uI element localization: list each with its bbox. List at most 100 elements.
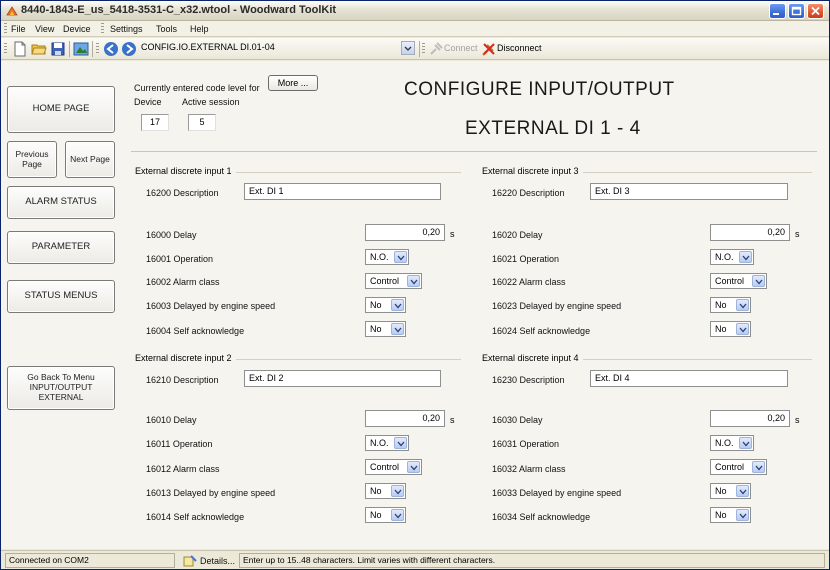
description-input[interactable]: Ext. DI 1 <box>244 183 441 200</box>
self-ack-value: No <box>370 324 382 334</box>
description-input[interactable]: Ext. DI 4 <box>590 370 788 387</box>
chevron-down-icon <box>736 299 749 311</box>
alarm-class-select[interactable]: Control <box>710 459 767 475</box>
delay-input[interactable]: 0,20 <box>365 410 445 427</box>
status-hint: Enter up to 15..48 characters. Limit var… <box>239 553 825 568</box>
toolbar-separator <box>419 41 420 57</box>
config-page-label: CONFIG.IO.EXTERNAL DI.01-04 <box>141 42 275 52</box>
delay-label: 16020 Delay <box>492 230 543 240</box>
menu-help[interactable]: Help <box>190 24 209 34</box>
maximize-button[interactable] <box>788 3 805 19</box>
menu-grip[interactable] <box>101 23 104 35</box>
chevron-down-icon <box>394 437 407 449</box>
title-bar[interactable]: 8440-1843-E_us_5418-3531-C_x32.wtool - W… <box>1 1 829 21</box>
alarm-class-select[interactable]: Control <box>365 459 422 475</box>
engine-speed-label: 16003 Delayed by engine speed <box>146 301 276 311</box>
delay-input[interactable]: 0,20 <box>710 224 790 241</box>
details-button[interactable]: Details... <box>200 556 235 566</box>
device-code-level: 17 <box>141 114 169 131</box>
description-input[interactable]: Ext. DI 3 <box>590 183 788 200</box>
description-label: 16220 Description <box>492 188 565 198</box>
delay-input[interactable]: 0,20 <box>710 410 790 427</box>
alarm-class-select[interactable]: Control <box>365 273 422 289</box>
operation-label: 16011 Operation <box>146 439 213 449</box>
self-ack-select[interactable]: No <box>365 507 406 523</box>
chevron-down-icon <box>401 41 415 55</box>
status-menus-button[interactable]: STATUS MENUS <box>7 280 115 313</box>
operation-select[interactable]: N.O. <box>365 435 409 451</box>
self-ack-label: 16034 Self acknowledge <box>492 512 591 522</box>
engine-speed-select[interactable]: No <box>710 297 751 313</box>
delay-unit: s <box>450 415 455 425</box>
group-title: External discrete input 2 <box>135 353 236 363</box>
header-divider <box>131 151 817 152</box>
self-ack-label: 16014 Self acknowledge <box>146 512 245 522</box>
menu-view[interactable]: View <box>35 24 54 34</box>
alarm-class-select[interactable]: Control <box>710 273 767 289</box>
save-icon[interactable] <box>50 41 66 57</box>
operation-select[interactable]: N.O. <box>365 249 409 265</box>
disconnect-button[interactable]: Disconnect <box>497 43 542 53</box>
delay-label: 16010 Delay <box>146 415 197 425</box>
close-icon <box>811 6 820 16</box>
page-content: HOME PAGE Previous Page Next Page ALARM … <box>1 61 829 549</box>
self-ack-select[interactable]: No <box>710 321 751 337</box>
alarm-class-value: Control <box>370 462 400 472</box>
engine-speed-select[interactable]: No <box>365 297 406 313</box>
engine-speed-value: No <box>370 300 382 310</box>
toolbar-grip[interactable] <box>96 43 99 55</box>
alarm-class-value: Control <box>370 276 400 286</box>
close-button[interactable] <box>807 3 824 19</box>
menu-device[interactable]: Device <box>63 24 91 34</box>
operation-select[interactable]: N.O. <box>710 249 754 265</box>
new-file-icon[interactable] <box>12 41 28 57</box>
engine-speed-select[interactable]: No <box>710 483 751 499</box>
toolbar-grip[interactable] <box>422 43 425 55</box>
menu-grip[interactable] <box>4 23 7 35</box>
group-title: External discrete input 1 <box>135 166 236 176</box>
more-button[interactable]: More ... <box>268 75 318 91</box>
chevron-down-icon <box>752 275 765 287</box>
chevron-down-icon <box>394 251 407 263</box>
group-title: External discrete input 4 <box>482 353 583 363</box>
minimize-button[interactable] <box>769 3 786 19</box>
delay-unit: s <box>795 415 800 425</box>
delay-input[interactable]: 0,20 <box>365 224 445 241</box>
page-subtitle: EXTERNAL DI 1 - 4 <box>465 118 641 139</box>
toolbar-grip[interactable] <box>4 43 7 55</box>
engine-speed-select[interactable]: No <box>365 483 406 499</box>
toolbar: CONFIG.IO.EXTERNAL DI.01-04 Connect Disc… <box>1 38 829 60</box>
engine-speed-label: 16013 Delayed by engine speed <box>146 488 276 498</box>
config-page-dropdown[interactable] <box>397 41 415 57</box>
menu-tools[interactable]: Tools <box>156 24 177 34</box>
alarm-class-label: 16012 Alarm class <box>146 464 220 474</box>
active-session-label: Active session <box>182 97 240 107</box>
device-image-icon[interactable] <box>73 41 89 57</box>
engine-speed-label: 16033 Delayed by engine speed <box>492 488 622 498</box>
connect-button[interactable]: Connect <box>444 43 478 53</box>
chevron-down-icon <box>391 299 404 311</box>
delay-label: 16030 Delay <box>492 415 543 425</box>
alarm-status-button[interactable]: ALARM STATUS <box>7 186 115 219</box>
details-icon[interactable] <box>183 554 197 568</box>
chevron-down-icon <box>391 323 404 335</box>
forward-arrow-icon[interactable] <box>121 41 137 57</box>
engine-speed-value: No <box>715 300 727 310</box>
menu-file[interactable]: File <box>11 24 26 34</box>
back-arrow-icon[interactable] <box>103 41 119 57</box>
chevron-down-icon <box>739 251 752 263</box>
menu-settings[interactable]: Settings <box>110 24 143 34</box>
parameter-button[interactable]: PARAMETER <box>7 231 115 264</box>
chevron-down-icon <box>391 485 404 497</box>
chevron-down-icon <box>752 461 765 473</box>
go-back-menu-button[interactable]: Go Back To Menu INPUT/OUTPUT EXTERNAL <box>7 366 115 410</box>
previous-page-button[interactable]: Previous Page <box>7 141 57 178</box>
self-ack-select[interactable]: No <box>365 321 406 337</box>
home-page-button[interactable]: HOME PAGE <box>7 86 115 133</box>
chevron-down-icon <box>739 437 752 449</box>
description-input[interactable]: Ext. DI 2 <box>244 370 441 387</box>
open-folder-icon[interactable] <box>31 41 47 57</box>
next-page-button[interactable]: Next Page <box>65 141 115 178</box>
operation-select[interactable]: N.O. <box>710 435 754 451</box>
self-ack-select[interactable]: No <box>710 507 751 523</box>
